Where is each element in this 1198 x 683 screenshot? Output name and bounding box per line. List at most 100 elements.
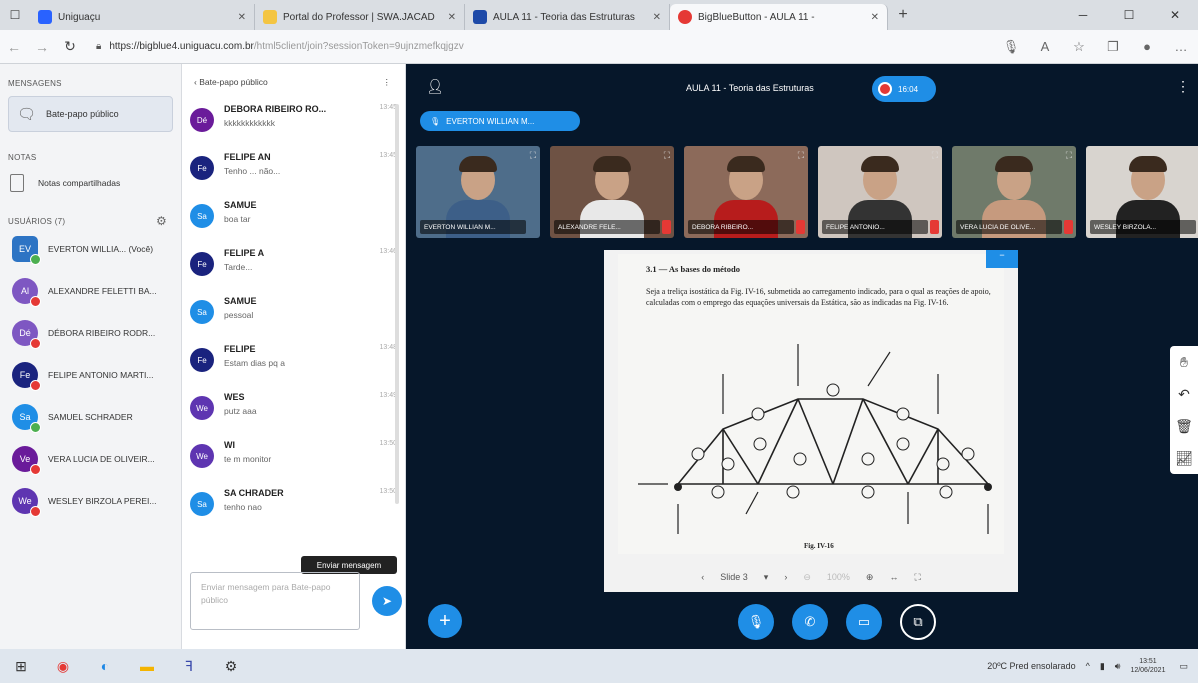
- app-icon[interactable]: ꟻ: [168, 658, 210, 675]
- read-aloud-icon[interactable]: A: [1028, 39, 1062, 55]
- tab-actions-icon[interactable]: ☐: [0, 8, 30, 22]
- zoom-out-button[interactable]: ⊖: [803, 572, 811, 583]
- chrome-icon[interactable]: ◉: [42, 658, 84, 675]
- volume-icon[interactable]: 🔊︎: [1115, 661, 1121, 672]
- message-body: FELIPE AN 13:45 Tenho ... não...: [224, 152, 397, 192]
- chat-message-input[interactable]: Enviar mensagem para Bate-papo público: [190, 572, 360, 630]
- notifications-icon[interactable]: ▭: [1179, 661, 1188, 672]
- back-icon[interactable]: ←: [0, 39, 28, 55]
- undo-icon[interactable]: ↶: [1170, 378, 1198, 410]
- webcam-button[interactable]: ▭: [846, 604, 882, 640]
- edge-icon[interactable]: ◐: [84, 658, 126, 674]
- browser-tab-uniguacu[interactable]: Uniguaçu ✕: [30, 4, 255, 30]
- close-icon[interactable]: ✕: [863, 12, 879, 23]
- fullscreen-icon[interactable]: ⛶: [798, 150, 804, 161]
- shared-notes-button[interactable]: Notas compartilhadas: [0, 164, 181, 202]
- more-vertical-icon[interactable]: ⋮: [383, 77, 392, 88]
- muted-icon: [930, 220, 939, 234]
- user-list-item[interactable]: We WESLEY BIRZOLA PEREI...: [0, 480, 181, 522]
- user-list-item[interactable]: Fe FELIPE ANTONIO MARTI...: [0, 354, 181, 396]
- presentation-slide: 3.1 — As bases do método Seja a treliça …: [604, 250, 1018, 592]
- browser-tab-portal[interactable]: Portal do Professor | SWA.JACAD ✕: [255, 4, 465, 30]
- chat-scrollbar[interactable]: [395, 104, 399, 504]
- close-icon[interactable]: ✕: [645, 12, 661, 23]
- message-text: tenho nao: [224, 502, 262, 512]
- user-list-item[interactable]: Ve VERA LUCIA DE OLIVEIR...: [0, 438, 181, 480]
- video-tile[interactable]: ⛶ EVERTON WILLIAN M...: [416, 146, 540, 238]
- presenter-badge: 🎙︎ EVERTON WILLIAN M...: [420, 111, 580, 131]
- screen-share-button[interactable]: ⧉: [900, 604, 936, 640]
- favorite-icon[interactable]: ☆: [1062, 39, 1096, 55]
- recording-indicator[interactable]: 16:04: [872, 76, 936, 102]
- sender-name: FELIPE: [224, 344, 256, 354]
- send-icon: ➤: [381, 594, 393, 608]
- multi-user-whiteboard-icon[interactable]: 📈︎: [1170, 442, 1198, 474]
- slide-content: 3.1 — As bases do método Seja a treliça …: [618, 254, 1004, 554]
- muted-icon: [662, 220, 671, 234]
- message-body: FELIPE A 13:46 Tarde...: [224, 248, 397, 288]
- leave-audio-button[interactable]: ✆: [792, 604, 828, 640]
- fullscreen-icon[interactable]: ⛶: [1066, 150, 1072, 161]
- video-tile[interactable]: ⛶ ALEXANDRE FELE...: [550, 146, 674, 238]
- user-list-item[interactable]: Al ALEXANDRE FELETTI BA...: [0, 270, 181, 312]
- user-list-toggle-icon[interactable]: 👤︎: [426, 78, 444, 95]
- clock[interactable]: 13:51 12/06/2021: [1130, 657, 1165, 675]
- hand-tool-icon[interactable]: ✋︎: [1170, 346, 1198, 378]
- url-field[interactable]: 🔒︎ https://bigblue4.uniguacu.com.br/html…: [90, 35, 880, 59]
- figure-caption: Fig. IV-16: [804, 542, 834, 550]
- user-list-item[interactable]: Sa SAMUEL SCHRADER: [0, 396, 181, 438]
- video-tile[interactable]: ⛶WESLEY BIRZOLA...: [1086, 146, 1198, 238]
- forward-icon[interactable]: →: [28, 39, 56, 55]
- gear-icon[interactable]: ⚙: [156, 214, 167, 228]
- chat-message: Sa SA CHRADER 13:50 tenho nao: [182, 484, 405, 532]
- browser-tab-bigbluebutton[interactable]: BigBlueButton - AULA 11 - ✕: [670, 4, 888, 30]
- next-slide-button[interactable]: ›: [784, 572, 787, 582]
- previous-slide-button[interactable]: ‹: [701, 572, 704, 582]
- profile-icon[interactable]: ●: [1130, 39, 1164, 55]
- new-tab-button[interactable]: +: [888, 6, 918, 24]
- zoom-in-button[interactable]: ⊕: [866, 572, 874, 583]
- video-name-label: DEBORA RIBEIRO...: [688, 220, 794, 234]
- video-tile[interactable]: ⛶ FELIPE ANTONIO...: [818, 146, 942, 238]
- public-chat-button[interactable]: 🗨︎ Bate-papo público: [8, 96, 173, 132]
- close-window-icon[interactable]: ✕: [1152, 8, 1198, 22]
- chat-message: We WES 13:49 putz aaa: [182, 388, 405, 436]
- user-list-item[interactable]: EV EVERTON WILLIA... (Você): [0, 228, 181, 270]
- maximize-icon[interactable]: ☐: [1106, 8, 1152, 22]
- participant-hair: [861, 156, 899, 172]
- more-vertical-icon[interactable]: ⋮: [1176, 78, 1190, 95]
- user-list-item[interactable]: Dé DÉBORA RIBEIRO RODR...: [0, 312, 181, 354]
- video-tile[interactable]: ⛶ VERA LUCIA DE OLIVE...: [952, 146, 1076, 238]
- close-icon[interactable]: ✕: [230, 12, 246, 23]
- fit-width-button[interactable]: ↔: [889, 572, 898, 582]
- close-icon[interactable]: ✕: [440, 12, 456, 23]
- chat-back-button[interactable]: ‹ Bate-papo público: [194, 77, 268, 87]
- fullscreen-button[interactable]: ⛶: [914, 572, 920, 583]
- microphone-button[interactable]: 🎙︎: [738, 604, 774, 640]
- network-icon[interactable]: ▮: [1100, 661, 1105, 672]
- reload-icon[interactable]: ↻: [56, 38, 84, 55]
- fullscreen-icon[interactable]: ⛶: [530, 150, 536, 161]
- actions-plus-button[interactable]: +: [428, 604, 462, 638]
- slide-selector[interactable]: Slide 3: [720, 572, 748, 582]
- microphone-icon[interactable]: 🎙︎: [994, 39, 1028, 55]
- video-tile[interactable]: ⛶ DEBORA RIBEIRO...: [684, 146, 808, 238]
- menu-icon[interactable]: …: [1164, 39, 1198, 55]
- fullscreen-icon[interactable]: ⛶: [932, 150, 938, 161]
- notes-heading: NOTAS: [8, 152, 37, 162]
- trash-icon[interactable]: 🗑︎: [1170, 410, 1198, 442]
- fullscreen-icon[interactable]: ⛶: [664, 150, 670, 161]
- chevron-up-icon[interactable]: ^: [1086, 661, 1090, 671]
- minimize-icon[interactable]: ─: [1060, 8, 1106, 22]
- browser-tab-aula[interactable]: AULA 11 - Teoria das Estruturas ✕: [465, 4, 670, 30]
- collections-icon[interactable]: ❐: [1096, 39, 1130, 55]
- avatar: Sa: [12, 404, 41, 433]
- minimize-presentation-button[interactable]: −: [986, 250, 1018, 268]
- video-name-label: FELIPE ANTONIO...: [822, 220, 928, 234]
- start-icon[interactable]: ⊞: [0, 658, 42, 675]
- send-message-button[interactable]: ➤: [372, 586, 402, 616]
- avatar: Al: [12, 278, 41, 307]
- weather-widget[interactable]: 20ºC Pred ensolarado: [987, 661, 1075, 671]
- folder-icon[interactable]: ▬: [126, 658, 168, 674]
- settings-icon[interactable]: ⚙: [210, 658, 252, 675]
